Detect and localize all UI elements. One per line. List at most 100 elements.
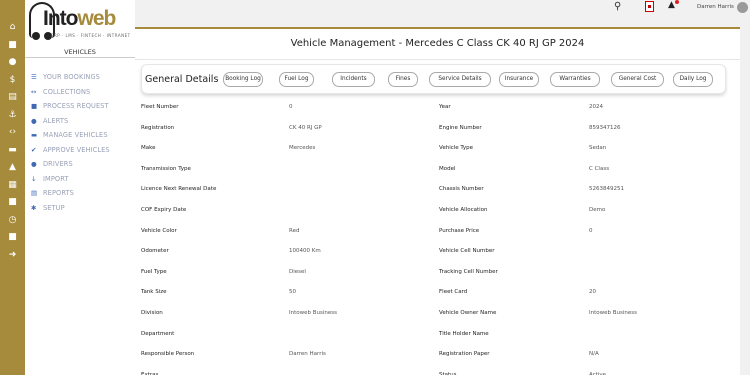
- sidebar-item-collections[interactable]: ↔ COLLECTIONS: [31, 85, 110, 100]
- car-icon[interactable]: ▬: [0, 142, 25, 160]
- field-label: Licence Next Renewal Date: [141, 186, 217, 193]
- sidebar-item-label: REPORTS: [43, 189, 74, 198]
- sidebar-item-label: IMPORT: [43, 174, 69, 183]
- fines-button[interactable]: Fines: [388, 72, 418, 87]
- user-name[interactable]: Darren Harris: [697, 4, 734, 10]
- sidebar-item-drivers[interactable]: ● DRIVERS: [31, 157, 110, 172]
- sidebar-item-label: DRIVERS: [43, 160, 73, 169]
- detail-row: Extras Status Active: [141, 371, 741, 375]
- field-label: Registration Paper: [439, 351, 490, 358]
- field-value: Intoweb Business: [589, 310, 638, 316]
- notification-dot: [675, 0, 679, 4]
- field-value: C Class: [589, 165, 610, 172]
- code-icon[interactable]: ‹›: [0, 124, 25, 142]
- field-value: Intoweb Business: [289, 310, 338, 316]
- avatar[interactable]: [737, 2, 748, 13]
- detail-row: Vehicle Color Red Purchase Price 0: [141, 227, 741, 237]
- field-label: Fuel Type: [141, 268, 167, 275]
- check-circle-icon: ✔: [31, 145, 37, 154]
- field-value: Sedan: [589, 145, 607, 152]
- detail-row: Transmission Type Model C Class: [141, 165, 741, 175]
- bell-icon: ●: [31, 116, 37, 125]
- service-details-button[interactable]: Service Details: [429, 72, 491, 87]
- detail-row: Tank Size 50 Fleet Card 20: [141, 288, 741, 298]
- field-value: N/A: [589, 351, 599, 358]
- logo[interactable]: Intoweb ERP · LMS · FINTECH · INTRANET: [29, 2, 131, 46]
- field-label: Fleet Number: [141, 104, 179, 110]
- field-value: 50: [289, 289, 296, 296]
- incidents-button[interactable]: Incidents: [332, 72, 375, 87]
- sidebar-item-alerts[interactable]: ● ALERTS: [31, 114, 110, 129]
- field-label: Responsible Person: [141, 351, 195, 358]
- calendar-icon[interactable]: ▦: [0, 177, 25, 195]
- warranties-button[interactable]: Warranties: [550, 72, 600, 87]
- sidebar-item-import[interactable]: ↓ IMPORT: [31, 172, 110, 187]
- folder-icon[interactable]: ■: [0, 194, 25, 212]
- field-label: Vehicle Cell Number: [439, 248, 495, 255]
- users-icon[interactable]: ●: [0, 54, 25, 72]
- field-label: Registration: [141, 124, 175, 131]
- daily-log-button[interactable]: Daily Log: [673, 72, 713, 87]
- field-value: 5263849251: [589, 186, 624, 193]
- top-bar: ⚲ ▲ Darren Harris: [135, 0, 750, 20]
- sidebar-item-label: MANAGE VEHICLES: [43, 131, 108, 140]
- sidebar-item-label: COLLECTIONS: [43, 87, 91, 96]
- detail-row: Make Mercedes Vehicle Type Sedan: [141, 144, 741, 154]
- field-label: Vehicle Owner Name: [439, 310, 497, 316]
- anchor-icon[interactable]: ⚓: [0, 107, 25, 125]
- report-icon: ▤: [31, 189, 38, 198]
- detail-row: Responsible Person Darren Harris Registrat…: [141, 350, 741, 360]
- sidebar-item-approve-vehicles[interactable]: ✔ APPROVE VEHICLES: [31, 143, 110, 158]
- sidebar-item-process-request[interactable]: ■ PROCESS REQUEST: [31, 99, 110, 114]
- signout-icon[interactable]: ➜: [0, 247, 25, 265]
- general-cost-button[interactable]: General Cost: [611, 72, 664, 87]
- insurance-button[interactable]: Insurance: [499, 72, 539, 87]
- field-value: 20: [589, 289, 596, 296]
- field-value: 100400 Km: [289, 248, 321, 255]
- notification-bell-icon[interactable]: ▲: [668, 0, 675, 10]
- field-label: Department: [141, 330, 175, 337]
- field-label: Title Holder Name: [439, 330, 489, 337]
- divider: [135, 59, 740, 60]
- sidebar-item-manage-vehicles[interactable]: ▬ MANAGE VEHICLES: [31, 128, 110, 143]
- detail-row: Odometer 100400 Km Vehicle Cell Number: [141, 247, 741, 257]
- field-label: Model: [439, 165, 456, 172]
- sidebar-item-your-bookings[interactable]: ☰ YOUR BOOKINGS: [31, 70, 110, 85]
- field-label: Division: [141, 310, 163, 316]
- home-icon[interactable]: ⌂: [0, 19, 25, 37]
- booking-log-button[interactable]: Booking Log: [223, 72, 263, 87]
- field-value: Active: [589, 371, 607, 375]
- detail-row: Fleet Number 0 Year 2024: [141, 103, 741, 113]
- field-value: 0: [589, 227, 593, 234]
- section-title: General Details: [145, 74, 219, 85]
- sidebar-item-reports[interactable]: ▤ REPORTS: [31, 186, 110, 201]
- field-label: Extras: [141, 371, 159, 375]
- field-value: CK 40 RJ GP: [289, 124, 322, 131]
- graduation-icon[interactable]: ▲: [0, 159, 25, 177]
- file-icon[interactable]: ▤: [0, 89, 25, 107]
- building-icon[interactable]: ■: [0, 37, 25, 55]
- field-value: 859347126: [589, 124, 621, 131]
- field-label: Tracking Cell Number: [439, 268, 498, 275]
- field-label: Vehicle Color: [141, 227, 177, 234]
- field-value: 0: [289, 104, 293, 110]
- pdf-icon[interactable]: [645, 1, 654, 12]
- field-value: Red: [289, 227, 300, 234]
- gear-icon: ✱: [31, 203, 37, 212]
- lock-icon[interactable]: ■: [0, 229, 25, 247]
- field-label: Chassis Number: [439, 186, 484, 193]
- sidebar-item-setup[interactable]: ✱ SETUP: [31, 201, 110, 216]
- detail-row: Fuel Type Diesel Tracking Cell Number: [141, 268, 741, 278]
- dollar-icon[interactable]: $: [0, 72, 25, 90]
- sidebar-item-label: SETUP: [43, 203, 65, 212]
- search-icon[interactable]: ⚲: [614, 1, 621, 12]
- sidebar-item-label: APPROVE VEHICLES: [43, 145, 110, 154]
- field-label: Purchase Price: [439, 227, 480, 234]
- details-toolbar: General Details Booking Log Fuel Log Incid…: [141, 64, 726, 94]
- clock-icon[interactable]: ◷: [0, 212, 25, 230]
- sidebar-section-title: VEHICLES: [25, 46, 135, 58]
- field-label: Odometer: [141, 248, 169, 255]
- sidebar-item-label: ALERTS: [43, 116, 69, 125]
- page-title: Vehicle Management - Mercedes C Class CK…: [290, 38, 585, 49]
- fuel-log-button[interactable]: Fuel Log: [279, 72, 314, 87]
